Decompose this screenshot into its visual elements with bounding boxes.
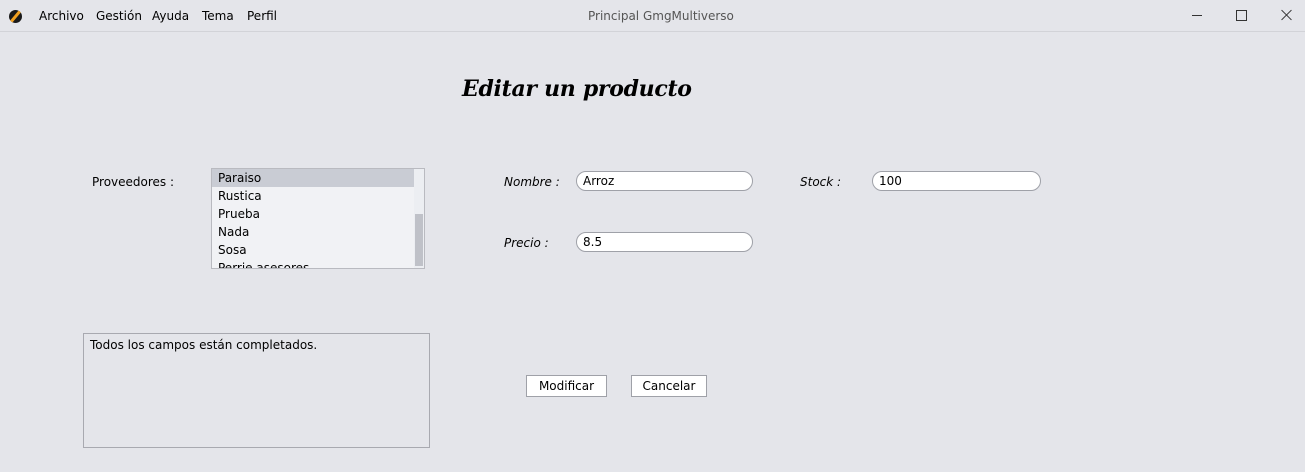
window-title: Principal GmgMultiverso — [588, 9, 734, 23]
list-item[interactable]: Sosa — [212, 241, 414, 259]
stock-label: Stock : — [800, 175, 842, 189]
list-scrollbar[interactable] — [414, 169, 424, 268]
list-item[interactable]: Prueba — [212, 205, 414, 223]
stock-input[interactable] — [872, 171, 1041, 191]
list-item[interactable]: Nada — [212, 223, 414, 241]
scrollbar-thumb[interactable] — [415, 214, 423, 266]
cancelar-button[interactable]: Cancelar — [631, 375, 707, 397]
status-message: Todos los campos están completados. — [83, 333, 430, 448]
menu-ayuda[interactable]: Ayuda — [152, 9, 189, 23]
maximize-icon[interactable] — [1222, 4, 1262, 28]
proveedores-label: Proveedores : — [92, 175, 175, 189]
menu-tema[interactable]: Tema — [202, 9, 234, 23]
minimize-icon[interactable] — [1178, 4, 1218, 28]
precio-input[interactable] — [576, 232, 753, 252]
page-title: Editar un producto — [462, 76, 692, 102]
close-icon[interactable] — [1267, 4, 1305, 28]
list-item[interactable]: Rustica — [212, 187, 414, 205]
modificar-button[interactable]: Modificar — [526, 375, 607, 397]
precio-label: Precio : — [504, 236, 549, 250]
menu-perfil[interactable]: Perfil — [247, 9, 277, 23]
app-logo-icon — [9, 10, 22, 23]
proveedores-list[interactable]: Paraiso Rustica Prueba Nada Sosa Perrie … — [211, 168, 425, 269]
nombre-label: Nombre : — [504, 175, 560, 189]
list-item[interactable]: Paraiso — [212, 169, 414, 187]
menu-gestion[interactable]: Gestión — [96, 9, 142, 23]
title-bar: Archivo Gestión Ayuda Tema Perfil Princi… — [0, 0, 1305, 32]
nombre-input[interactable] — [576, 171, 753, 191]
menu-archivo[interactable]: Archivo — [39, 9, 84, 23]
list-item[interactable]: Perrie asesores — [212, 259, 414, 268]
